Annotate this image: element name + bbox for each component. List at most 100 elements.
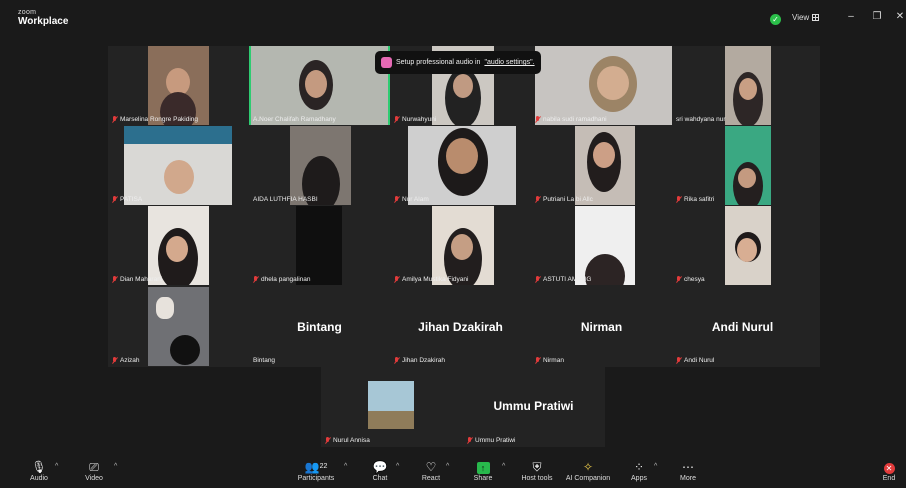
view-button[interactable]: View [792, 13, 820, 22]
mic-muted-icon [394, 357, 400, 364]
mic-muted-icon [394, 116, 400, 123]
more-button[interactable]: ⋯ More [677, 459, 699, 482]
apps-options-caret-icon[interactable]: ^ [654, 463, 657, 470]
share-button[interactable]: ↑ Share [472, 459, 494, 482]
react-button[interactable]: ♡ React [420, 459, 442, 482]
mic-muted-icon [112, 276, 118, 283]
participant-video [368, 381, 414, 429]
participants-options-caret-icon[interactable]: ^ [344, 463, 347, 470]
react-options-caret-icon[interactable]: ^ [446, 463, 449, 470]
participant-name: Nirman [535, 357, 564, 364]
video-tile[interactable]: Dian Maharani [108, 206, 249, 285]
end-meeting-icon: ✕ [883, 463, 895, 474]
participant-name: Jihan Dzakirah [394, 357, 445, 364]
participant-name: Azizah [112, 357, 140, 364]
video-button[interactable]: ⎚ Video [82, 459, 106, 482]
participant-name: Dian Maharani [112, 276, 162, 283]
share-options-caret-icon[interactable]: ^ [502, 463, 505, 470]
participant-display-name: Bintang [297, 320, 342, 334]
video-tile[interactable]: Azizah [108, 287, 249, 366]
video-camera-icon: ⎚ [89, 460, 99, 474]
participant-video [148, 46, 209, 125]
mic-muted-icon [325, 437, 331, 444]
mic-muted-icon [394, 196, 400, 203]
ai-companion-button[interactable]: ✧ AI Companion [563, 459, 613, 482]
mic-muted-icon [535, 196, 541, 203]
participant-video [290, 126, 351, 205]
grid-view-icon [812, 14, 820, 21]
view-label: View [792, 13, 810, 22]
video-tile-active-speaker[interactable]: A.Noer Chalifah Ramadhany [249, 46, 390, 125]
participant-video [296, 206, 342, 285]
more-icon: ⋯ [682, 460, 694, 474]
participants-button[interactable]: 👥22 Participants [292, 459, 340, 482]
participant-name: Nurwahyuni [394, 116, 436, 123]
title-bar: zoom Workplace ✓ View – ❐ ✕ [0, 0, 906, 36]
participant-video [725, 126, 771, 205]
video-tile[interactable]: sri wahdyana nur [672, 46, 813, 125]
video-tile[interactable]: chesya [672, 206, 813, 285]
audio-button[interactable]: 🎙 Audio [28, 459, 50, 482]
audio-options-caret-icon[interactable]: ^ [55, 463, 58, 470]
video-tile[interactable]: ASTUTI AMANG [531, 206, 672, 285]
video-tile[interactable]: dhela pangalinan [249, 206, 390, 285]
chat-icon: 💬 [372, 460, 388, 474]
video-tile[interactable]: Marselina Rongre Pakiding [108, 46, 249, 125]
heart-icon: ♡ [425, 460, 437, 474]
participant-name: Marselina Rongre Pakiding [112, 116, 198, 123]
gallery-view: Marselina Rongre Pakiding A.Noer Chalifa… [108, 46, 820, 367]
participant-name: Bintang [253, 357, 276, 364]
mic-muted-icon [394, 276, 400, 283]
sparkle-icon: ✧ [582, 460, 594, 474]
mic-muted-icon [112, 196, 118, 203]
mic-muted-icon [112, 357, 118, 364]
toast-text: Setup professional audio in [396, 59, 481, 66]
video-tile[interactable]: Nurul Annisa [321, 367, 462, 446]
video-tile[interactable]: Nirman Nirman [531, 287, 672, 366]
shield-icon: ⛨ [532, 460, 542, 474]
participant-display-name: Ummu Pratiwi [493, 399, 574, 413]
video-tile[interactable]: Amilya Mustika Fidyani [390, 206, 531, 285]
logo-line-2: Workplace [18, 16, 69, 27]
video-tile[interactable]: PATISA [108, 126, 249, 205]
participant-video [251, 46, 388, 125]
video-tile[interactable]: AIDA LUTHFIA HASBI [249, 126, 390, 205]
participant-video [575, 206, 635, 285]
video-tile[interactable]: Putriani La bi Allc [531, 126, 672, 205]
restore-button[interactable]: ❐ [870, 11, 884, 22]
participant-display-name: Andi Nurul [711, 320, 774, 334]
video-tile[interactable]: Bintang Bintang [249, 287, 390, 366]
end-button[interactable]: ✕ End [879, 459, 899, 482]
encryption-shield-icon[interactable]: ✓ [770, 14, 781, 25]
host-tools-button[interactable]: ⛨ Host tools [518, 459, 556, 482]
video-tile[interactable]: Jihan Dzakirah Jihan Dzakirah [390, 287, 531, 366]
mic-muted-icon [467, 437, 473, 444]
chat-button[interactable]: 💬 Chat [370, 459, 390, 482]
video-tile[interactable]: nabila sudi ramadhani [531, 46, 672, 125]
meeting-toolbar: 🎙 Audio ^ ⎚ Video ^ 👥22 Participants ^ 💬… [0, 456, 906, 488]
video-tile[interactable]: Andi Nurul Andi Nurul [672, 287, 813, 366]
close-button[interactable]: ✕ [893, 11, 906, 22]
video-options-caret-icon[interactable]: ^ [114, 463, 117, 470]
participant-display-name: Nirman [580, 320, 623, 334]
participant-name: chesya [676, 276, 705, 283]
logo-line-1: zoom [18, 9, 37, 16]
apps-button[interactable]: ⁘ Apps [628, 459, 650, 482]
apps-icon: ⁘ [633, 460, 645, 474]
zoom-logo: zoom Workplace [18, 9, 68, 27]
minimize-button[interactable]: – [844, 11, 858, 22]
audio-settings-link[interactable]: "audio settings". [484, 59, 534, 66]
video-tile[interactable]: Nur Alam [390, 126, 531, 205]
mic-muted-icon [535, 116, 541, 123]
video-tile[interactable]: Ummu Pratiwi Ummu Pratiwi [463, 367, 604, 446]
participant-name: Putriani La bi Allc [535, 196, 593, 203]
video-tile[interactable]: Rika safitri [672, 126, 813, 205]
mic-muted-icon [676, 276, 682, 283]
chat-options-caret-icon[interactable]: ^ [396, 463, 399, 470]
participant-name: Nurul Annisa [325, 437, 370, 444]
share-screen-icon: ↑ [476, 462, 490, 474]
participant-video [725, 206, 771, 285]
participant-name: Amilya Mustika Fidyani [394, 276, 468, 283]
microphone-icon: 🎙 [31, 460, 47, 474]
audio-settings-toast[interactable]: Setup professional audio in "audio setti… [375, 51, 541, 74]
